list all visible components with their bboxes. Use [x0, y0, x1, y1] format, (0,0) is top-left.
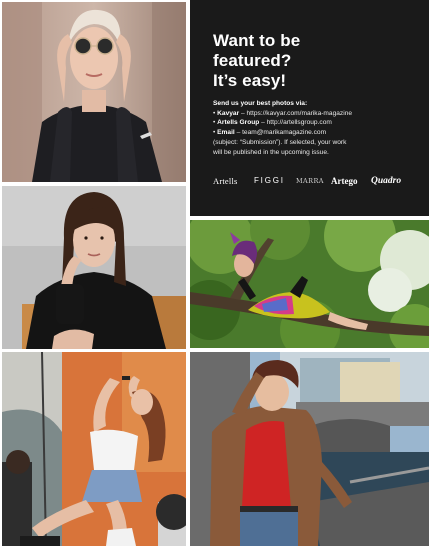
headline-line-1: Want to be: [213, 31, 301, 50]
feature-headline: Want to be featured? It’s easy!: [213, 31, 413, 91]
bullet-mark: •: [213, 129, 216, 137]
bullet-email-name: Email: [217, 129, 235, 137]
submission-instructions: Send us your best photos via: • Kavyar –…: [213, 99, 423, 157]
bullet-artells-name: Artells Group: [217, 119, 260, 127]
bullet-email: • Email – team@marikamagazine.com: [213, 128, 423, 138]
magazine-page: Want to be featured? It’s easy! Send us …: [0, 0, 429, 556]
bullet-artells-detail[interactable]: – http://artellsgroup.com: [259, 119, 332, 126]
bullet-kavyar-name: Kavyar: [217, 109, 240, 117]
bullet-kavyar-detail[interactable]: – https://kavyar.com/marika-magazine: [239, 110, 352, 117]
headline-line-3: It’s easy!: [213, 71, 287, 90]
bullet-kavyar: • Kavyar – https://kavyar.com/marika-mag…: [213, 109, 423, 119]
logo-artego: Artego: [331, 176, 358, 186]
logo-artells: Artells: [213, 176, 238, 186]
photo-black-sweater-portrait: [2, 186, 186, 349]
photo-river-embankment: [190, 352, 429, 546]
partner-logos: Artells FIGGI MARRA Artego Quadro: [213, 174, 423, 188]
bullet-artells: • Artells Group – http://artellsgroup.co…: [213, 118, 423, 128]
logo-figgi: FIGGI: [254, 176, 285, 185]
send-lead: Send us your best photos via:: [213, 100, 308, 107]
feature-info-panel: Want to be featured? It’s easy! Send us …: [190, 0, 429, 216]
photo-stage-singer: [2, 352, 186, 546]
note-line-1: (subject: “Submission”). If selected, yo…: [213, 138, 347, 146]
bullet-mark: •: [213, 109, 216, 117]
headline-line-2: featured?: [213, 51, 292, 70]
logo-marra: MARRA: [296, 177, 324, 185]
photo-tree-branch-portrait: [190, 220, 429, 348]
bullet-email-detail[interactable]: – team@marikamagazine.com: [235, 129, 327, 136]
photo-sunglasses-portrait: [2, 2, 186, 182]
note-line-2: will be published in the upcoming issue.: [213, 148, 329, 156]
logo-quadro: Quadro: [371, 176, 402, 186]
bullet-mark: •: [213, 119, 216, 127]
